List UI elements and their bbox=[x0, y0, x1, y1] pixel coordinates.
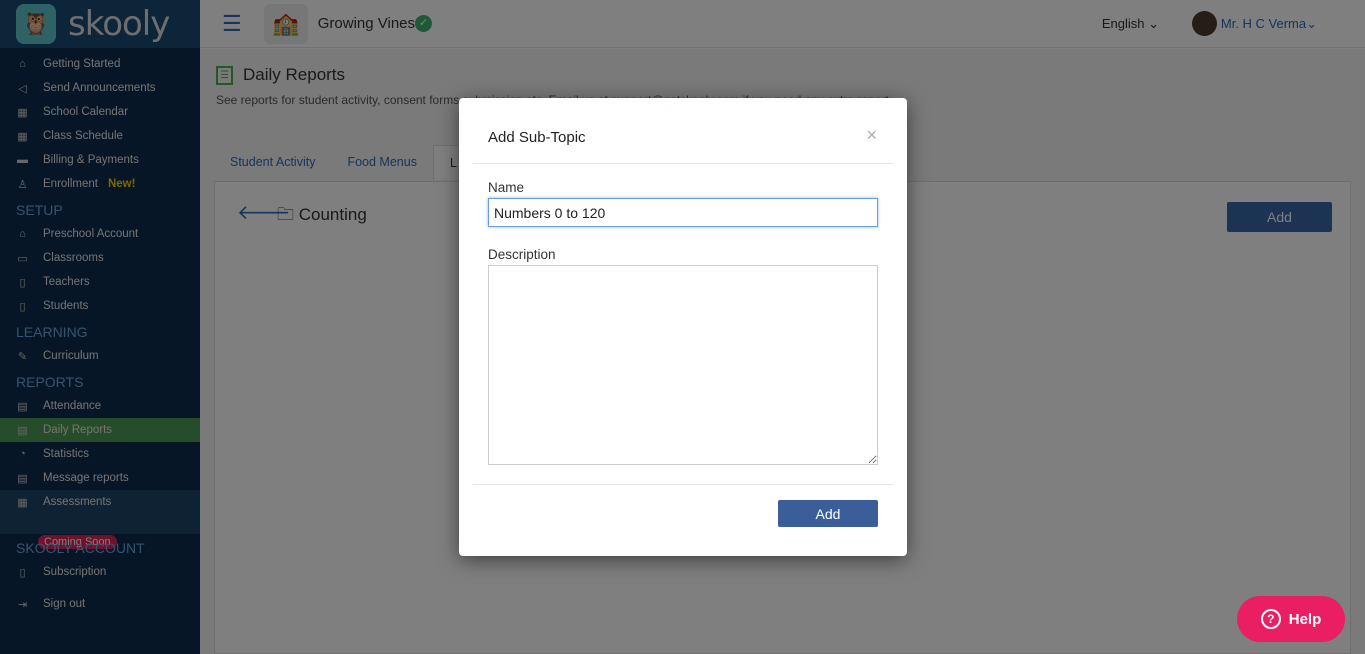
modal-footer-divider bbox=[473, 484, 893, 485]
modal-title: Add Sub-Topic bbox=[488, 129, 586, 146]
help-label: Help bbox=[1288, 610, 1322, 628]
help-button[interactable]: ? Help bbox=[1237, 596, 1345, 642]
name-input[interactable] bbox=[488, 198, 878, 227]
modal-add-button[interactable]: Add bbox=[778, 500, 878, 527]
description-textarea[interactable] bbox=[488, 265, 878, 465]
description-label: Description bbox=[488, 247, 556, 262]
add-sub-topic-modal: Add Sub-Topic × Name Description Add bbox=[459, 98, 907, 556]
close-icon[interactable]: × bbox=[866, 125, 877, 146]
question-icon: ? bbox=[1260, 609, 1281, 629]
name-label: Name bbox=[488, 180, 525, 195]
